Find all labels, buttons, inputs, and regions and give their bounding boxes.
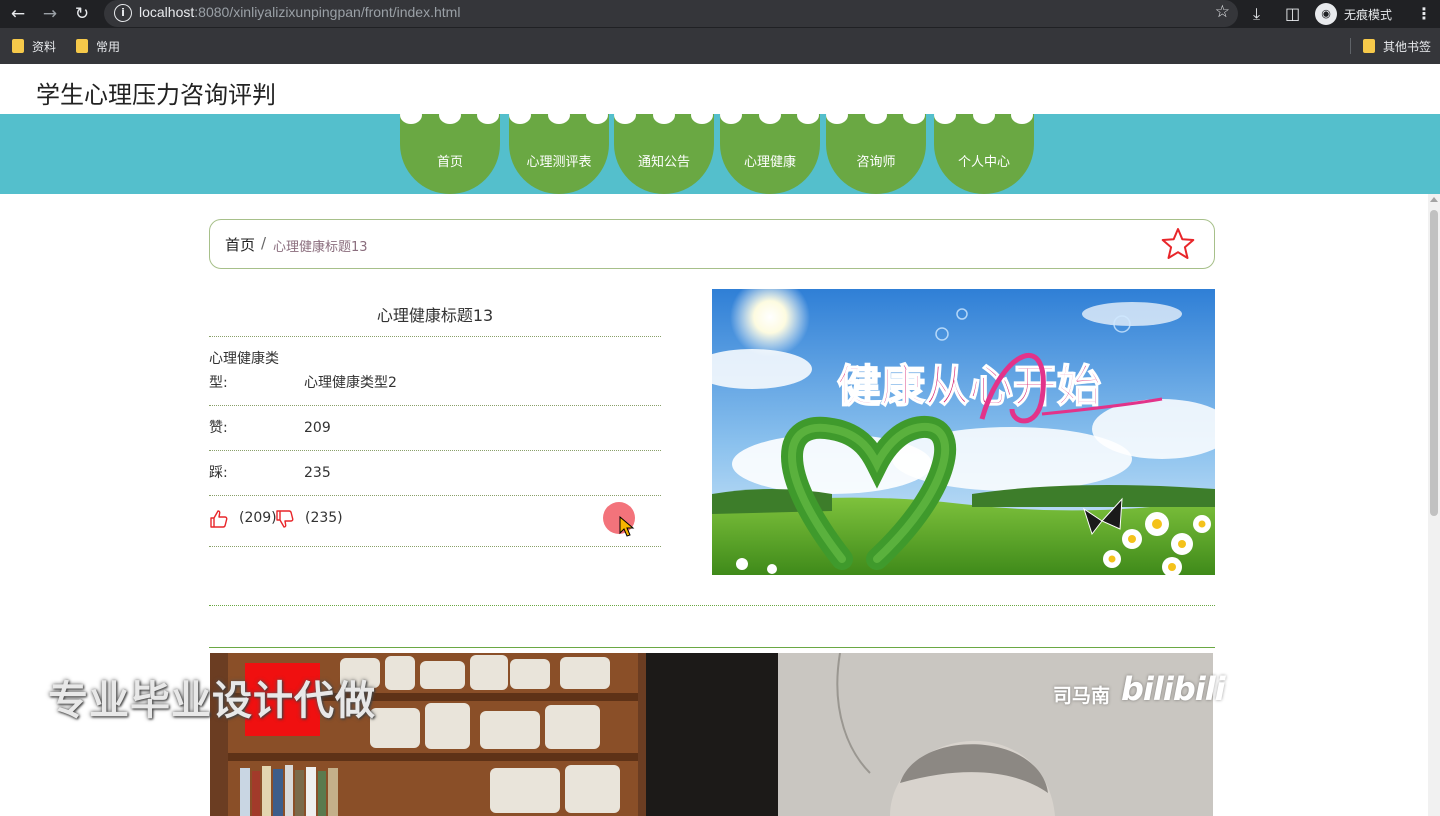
folder-icon xyxy=(76,39,88,53)
reload-icon[interactable]: ↻ xyxy=(70,2,94,26)
dislike-count[interactable]: (235) xyxy=(305,510,343,526)
bookmarks-bar: 资料 常用 其他书签 xyxy=(0,28,1440,64)
field-label-dislikes: 踩: xyxy=(209,465,228,481)
bookmark-label: 其他书签 xyxy=(1383,40,1432,54)
download-icon[interactable]: ⤓ xyxy=(1253,2,1260,26)
scroll-up-arrow-icon[interactable] xyxy=(1430,197,1438,202)
scallop-decoration xyxy=(586,106,608,124)
video-watermark: 专业毕业设计代做 xyxy=(48,678,376,724)
forward-icon[interactable]: → xyxy=(38,2,62,26)
scallop-decoration xyxy=(759,106,781,124)
site-info-icon[interactable]: i xyxy=(114,4,132,22)
section-divider xyxy=(209,647,1215,648)
scallop-decoration xyxy=(826,106,848,124)
breadcrumb-separator: / xyxy=(261,234,267,252)
scallop-decoration xyxy=(548,106,570,124)
nav-label: 通知公告 xyxy=(637,155,690,170)
nav-profile[interactable]: 个人中心 xyxy=(934,106,1034,194)
mouse-pointer-icon xyxy=(619,516,635,537)
thumbs-down-icon[interactable] xyxy=(275,509,295,529)
scallop-decoration xyxy=(720,106,742,124)
incognito-indicator[interactable]: ◉ 无痕模式 xyxy=(1313,2,1413,26)
divider xyxy=(209,336,661,337)
field-label-line: 型: xyxy=(209,375,228,391)
bookmark-folder-changyong[interactable]: 常用 xyxy=(76,38,120,54)
bookmark-label: 常用 xyxy=(96,40,121,54)
page-scrollbar[interactable] xyxy=(1428,194,1440,816)
scallop-decoration xyxy=(477,106,499,124)
bookmark-label: 资料 xyxy=(32,40,57,54)
folder-icon xyxy=(12,39,24,53)
divider xyxy=(209,405,661,406)
hero-caption: 健康从心开始 xyxy=(837,361,1101,412)
scallop-decoration xyxy=(509,106,531,124)
scallop-decoration xyxy=(400,106,422,124)
like-count[interactable]: (209) xyxy=(239,510,277,526)
section-divider xyxy=(209,605,1215,606)
nav-mental-health[interactable]: 心理健康 xyxy=(720,106,820,194)
bookmark-folder-ziliao[interactable]: 资料 xyxy=(12,38,56,54)
breadcrumb-current: 心理健康标题13 xyxy=(273,240,368,255)
incognito-icon: ◉ xyxy=(1315,3,1337,25)
scallop-decoration xyxy=(934,106,956,124)
scallop-decoration xyxy=(691,106,713,124)
scallop-decoration xyxy=(797,106,819,124)
folder-icon xyxy=(1363,39,1375,53)
site-title: 学生心理压力咨询评判 xyxy=(36,81,276,109)
nav-label: 个人中心 xyxy=(957,155,1010,170)
field-value-type: 心理健康类型2 xyxy=(304,375,397,391)
nav-label: 心理测评表 xyxy=(526,155,592,170)
site-header: 学生心理压力咨询评判 xyxy=(0,64,1440,114)
bookmark-star-icon[interactable]: ☆ xyxy=(1215,2,1230,22)
breadcrumb-home[interactable]: 首页 xyxy=(225,234,255,255)
field-label-type: 心理健康类 型: xyxy=(209,347,279,395)
nav-home[interactable]: 首页 xyxy=(400,106,500,194)
field-value-dislikes: 235 xyxy=(304,465,331,481)
scallop-decoration xyxy=(903,106,925,124)
favorite-star-icon[interactable] xyxy=(1160,226,1196,262)
field-label-likes: 赞: xyxy=(209,420,228,436)
scallop-decoration xyxy=(973,106,995,124)
address-bar[interactable]: i localhost:8080/xinliyalizixunpingpan/f… xyxy=(104,0,1238,27)
divider xyxy=(209,495,661,496)
scallop-decoration xyxy=(1011,106,1033,124)
back-icon[interactable]: ← xyxy=(6,2,30,26)
incognito-label: 无痕模式 xyxy=(1344,8,1393,22)
divider xyxy=(209,546,661,547)
detail-title: 心理健康标题13 xyxy=(376,306,494,325)
scallop-decoration xyxy=(865,106,887,124)
field-label-line: 心理健康类 xyxy=(209,351,279,367)
scallop-decoration xyxy=(439,106,461,124)
other-bookmarks[interactable]: 其他书签 xyxy=(1363,38,1431,54)
bilibili-logo: bilibili xyxy=(1121,670,1226,708)
nav-assessment[interactable]: 心理测评表 xyxy=(509,106,609,194)
hero-image: 健康从心开始 xyxy=(712,289,1215,575)
browser-toolbar: ← → ↻ i localhost:8080/xinliyalizixunpin… xyxy=(0,0,1440,28)
side-panel-icon[interactable]: ◫ xyxy=(1285,2,1300,26)
nav-counselors[interactable]: 咨询师 xyxy=(826,106,926,194)
nav-label: 咨询师 xyxy=(856,155,896,170)
nav-label: 首页 xyxy=(436,155,463,170)
main-nav: 首页 心理测评表 通知公告 心理健康 咨询师 个人中心 xyxy=(0,106,1440,194)
thumbs-up-icon[interactable] xyxy=(209,509,229,529)
bookmarks-divider xyxy=(1350,38,1351,54)
breadcrumb: 首页 / 心理健康标题13 xyxy=(209,219,1215,269)
scrollbar-thumb[interactable] xyxy=(1430,210,1438,516)
menu-icon[interactable]: ⋮ xyxy=(1416,2,1432,26)
scallop-decoration xyxy=(653,106,675,124)
field-value-likes: 209 xyxy=(304,420,331,436)
hero-illustration: 健康从心开始 xyxy=(712,289,1215,575)
video-channel-name: 司马南 xyxy=(1053,685,1111,707)
url-text[interactable]: localhost:8080/xinliyalizixunpingpan/fro… xyxy=(139,4,460,20)
scallop-decoration xyxy=(614,106,636,124)
divider xyxy=(209,450,661,451)
nav-label: 心理健康 xyxy=(743,155,796,170)
nav-notices[interactable]: 通知公告 xyxy=(614,106,714,194)
